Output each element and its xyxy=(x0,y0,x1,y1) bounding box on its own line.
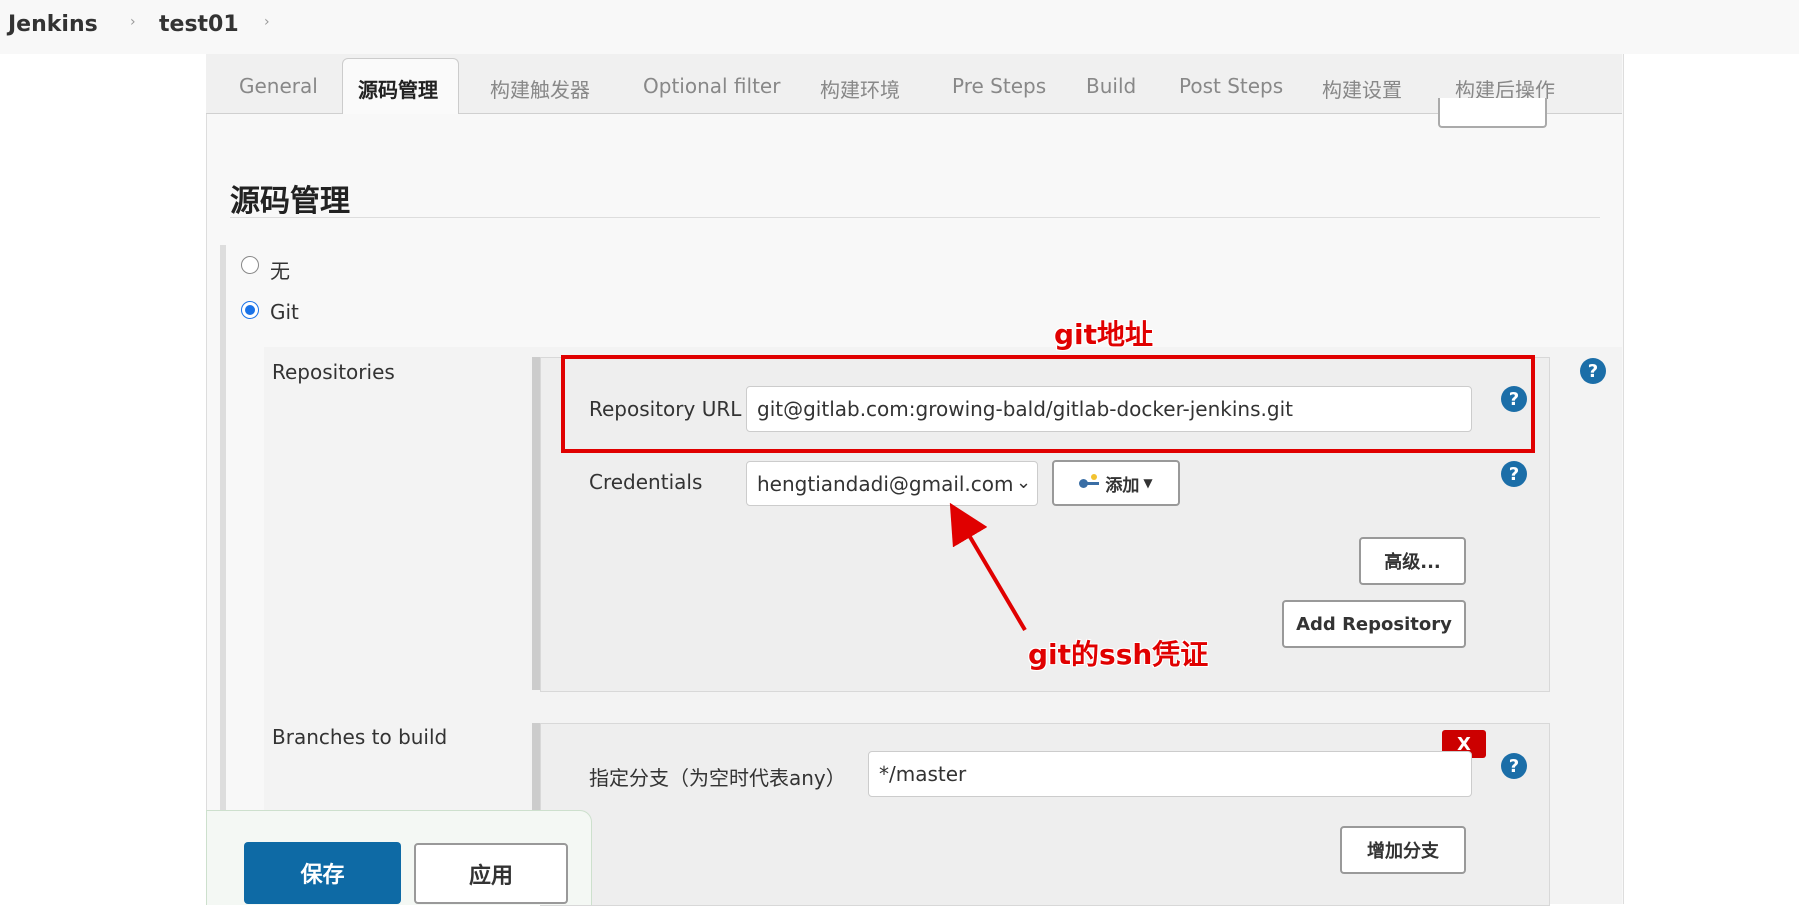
breadcrumb-chevron-icon[interactable]: › xyxy=(264,14,270,30)
breadcrumb-job[interactable]: test01 xyxy=(159,12,239,37)
tab-general[interactable]: General xyxy=(239,74,318,98)
tab-scm[interactable]: 源码管理 xyxy=(358,74,438,103)
repositories-help-icon[interactable]: ? xyxy=(1580,358,1606,384)
save-button[interactable]: 保存 xyxy=(244,842,401,904)
chevron-down-icon[interactable]: ⌄ xyxy=(1016,472,1031,493)
branch-specifier-label: 指定分支（为空时代表any） xyxy=(589,766,846,790)
section-rail xyxy=(220,245,226,904)
add-credentials-button[interactable]: 添加 ▼ xyxy=(1052,460,1180,506)
radio-git-label: Git xyxy=(270,300,299,324)
add-credentials-label: 添加 xyxy=(1105,475,1140,496)
repositories-label: Repositories xyxy=(272,360,395,384)
partial-button[interactable] xyxy=(1438,98,1547,128)
highlight-box xyxy=(561,355,1535,453)
tab-pre-steps[interactable]: Pre Steps xyxy=(952,74,1046,98)
tab-build-triggers[interactable]: 构建触发器 xyxy=(490,74,590,103)
breadcrumb-chevron-icon: › xyxy=(130,14,136,30)
radio-git[interactable] xyxy=(241,301,259,319)
repositories-rail xyxy=(532,357,540,690)
tab-post-steps[interactable]: Post Steps xyxy=(1179,74,1283,98)
annotation-arrow xyxy=(949,502,1027,632)
section-title: 源码管理 xyxy=(230,184,350,219)
radio-none-label: 无 xyxy=(270,259,290,283)
tab-optional-filter[interactable]: Optional filter xyxy=(643,74,780,98)
branch-help-icon[interactable]: ? xyxy=(1501,753,1527,779)
breadcrumb xyxy=(0,0,1799,54)
add-repository-button[interactable]: Add Repository xyxy=(1282,600,1466,648)
credentials-help-icon[interactable]: ? xyxy=(1501,461,1527,487)
branch-specifier-input[interactable]: */master xyxy=(868,751,1472,797)
credentials-label: Credentials xyxy=(589,470,703,494)
caret-down-icon: ▼ xyxy=(1143,476,1153,490)
add-branch-button[interactable]: 增加分支 xyxy=(1340,826,1466,874)
divider xyxy=(230,217,1600,218)
apply-button[interactable]: 应用 xyxy=(414,843,568,904)
annotation-git-url: git地址 xyxy=(1054,318,1154,351)
advanced-button[interactable]: 高级... xyxy=(1359,537,1466,585)
radio-none[interactable] xyxy=(241,256,259,274)
tab-build-settings[interactable]: 构建设置 xyxy=(1322,74,1402,103)
tab-build-environment[interactable]: 构建环境 xyxy=(820,74,900,103)
tab-build[interactable]: Build xyxy=(1086,74,1136,98)
breadcrumb-jenkins[interactable]: Jenkins xyxy=(8,12,98,37)
branches-label: Branches to build xyxy=(272,725,448,749)
key-icon xyxy=(1079,474,1101,490)
